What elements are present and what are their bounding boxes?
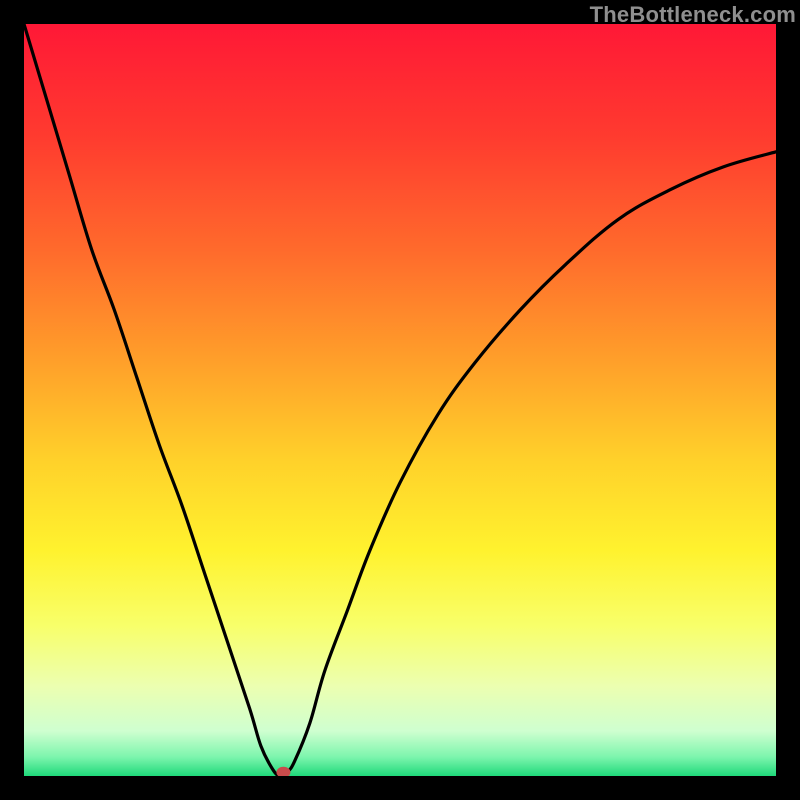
chart-svg (24, 24, 776, 776)
chart-background (24, 24, 776, 776)
chart-frame (24, 24, 776, 776)
watermark-text: TheBottleneck.com (590, 2, 796, 28)
